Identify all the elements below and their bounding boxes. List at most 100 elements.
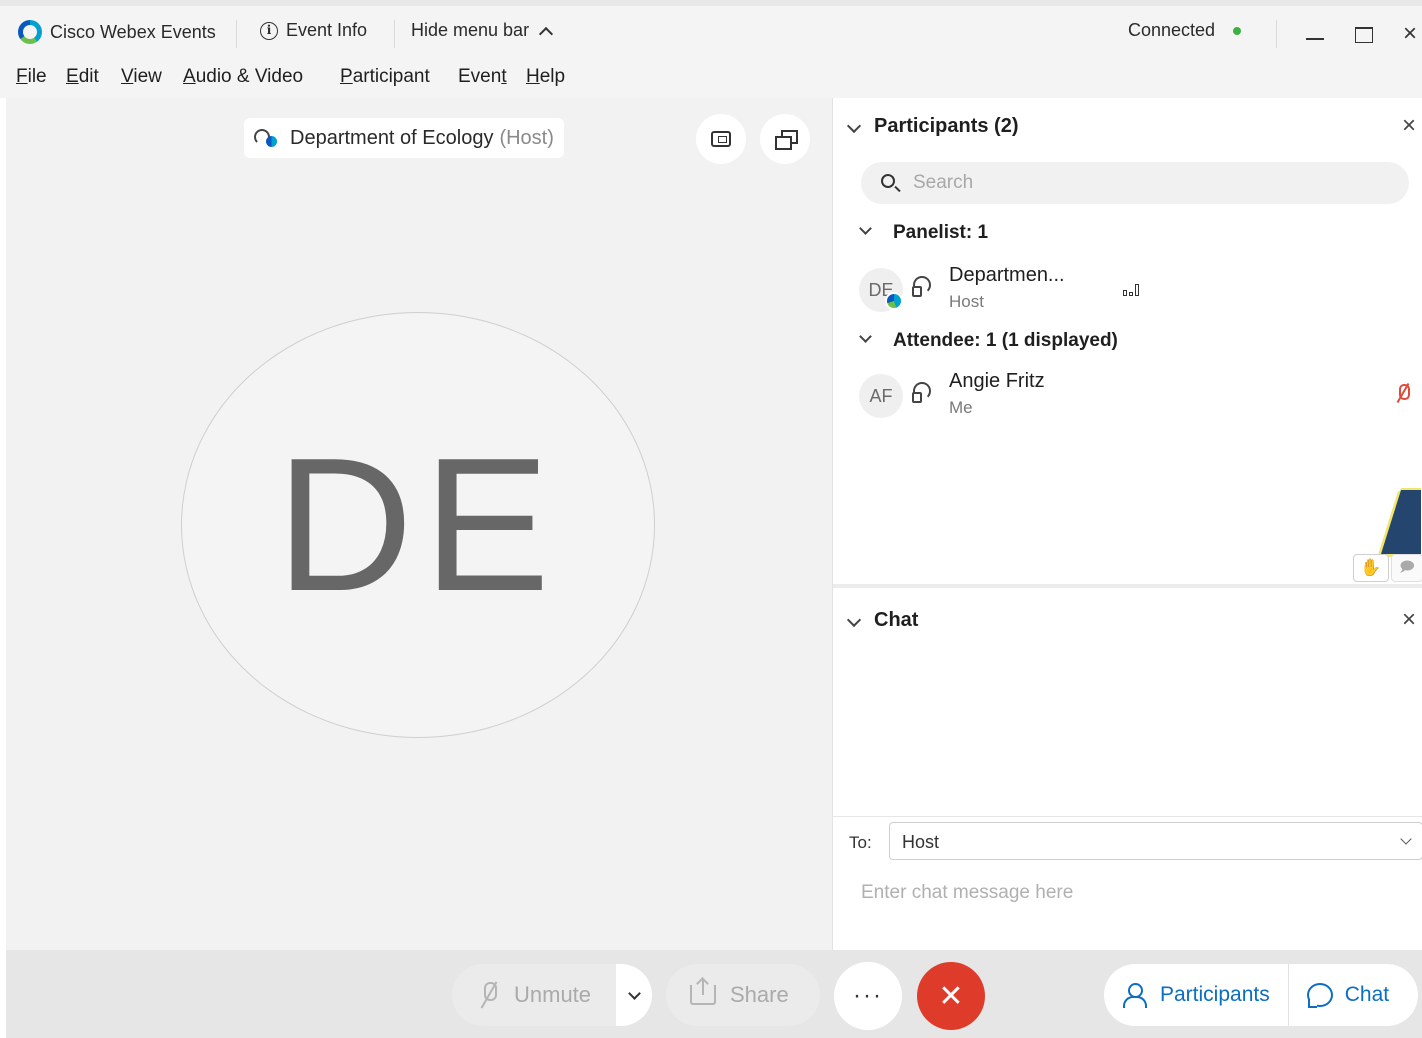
participant-row[interactable]: AF Angie Fritz Me: [833, 364, 1422, 428]
speaker-avatar: DE: [181, 312, 655, 738]
attendee-group-header[interactable]: Attendee: 1 (1 displayed): [833, 326, 1422, 358]
panelist-group-title: Panelist: 1: [893, 222, 989, 243]
status-dot-icon: [1233, 26, 1242, 35]
search-input[interactable]: [913, 170, 1393, 196]
divider: [394, 20, 395, 48]
menu-event[interactable]: Event: [458, 66, 507, 88]
speaker-role: (Host): [499, 126, 554, 149]
chat-recipient-value: Host: [902, 832, 940, 852]
participants-toggle-button[interactable]: Participants: [1104, 964, 1288, 1026]
hide-menu-bar-label: Hide menu bar: [411, 20, 530, 40]
raise-hand-button[interactable]: ✋: [1353, 554, 1389, 582]
participant-role: Host: [949, 292, 984, 311]
panel-divider[interactable]: [833, 584, 1422, 588]
chat-toggle-button[interactable]: Chat: [1289, 964, 1407, 1026]
chevron-down-icon: [859, 330, 872, 343]
webex-badge-icon: [885, 292, 903, 310]
side-panel: Participants (2) × Panelist: 1 DE Depart…: [832, 98, 1422, 950]
chat-panel-title: Chat: [874, 608, 919, 631]
menu-help-label: elp: [539, 66, 566, 87]
menu-audio-video[interactable]: Audio & Video: [183, 66, 303, 88]
app-name: Cisco Webex Events: [50, 21, 216, 42]
share-label: Share: [730, 982, 789, 1007]
pop-out-icon: [775, 130, 798, 150]
title-bar: Cisco Webex Events i Event Info Hide men…: [0, 0, 1422, 56]
menu-edit-mnemonic: E: [66, 66, 79, 87]
connection-status: Connected: [1128, 20, 1242, 41]
host-icon: [254, 127, 280, 149]
video-stage: Department of Ecology (Host) DE: [6, 98, 832, 950]
request-speak-button[interactable]: 🗩: [1391, 554, 1422, 582]
divider: [236, 20, 237, 48]
hide-menu-bar-button[interactable]: Hide menu bar: [411, 20, 554, 41]
picture-in-picture-button[interactable]: [696, 114, 746, 164]
headset-icon: [912, 276, 931, 297]
chevron-down-icon: [859, 222, 872, 235]
connection-status-label: Connected: [1128, 20, 1216, 40]
menu-participant-label: articipant: [352, 66, 430, 87]
maximize-button[interactable]: [1352, 22, 1376, 46]
menu-file[interactable]: File: [16, 66, 47, 88]
meeting-controls: Unmute Share ··· ✕ Participants Chat: [6, 950, 1422, 1038]
microphone-muted-icon: [1397, 384, 1410, 404]
chat-recipient-row: To: Host: [833, 816, 1422, 866]
share-icon: [690, 979, 716, 1005]
webex-logo-icon: [18, 20, 42, 44]
participant-initials: AF: [869, 385, 893, 406]
event-info-button[interactable]: i Event Info: [260, 20, 367, 41]
headset-icon: [912, 382, 931, 403]
share-button[interactable]: Share: [666, 964, 820, 1026]
microphone-off-icon: [480, 982, 498, 1008]
search-icon: [881, 174, 895, 188]
attendee-group-title: Attendee: 1 (1 displayed): [893, 330, 1118, 351]
person-icon: [1122, 982, 1148, 1008]
menu-event-label: Even: [458, 66, 502, 87]
chat-message-input[interactable]: [861, 878, 1401, 908]
info-icon: i: [260, 21, 278, 40]
more-options-button[interactable]: ···: [834, 962, 902, 1030]
collapse-participants-icon[interactable]: [846, 118, 862, 134]
menu-file-mnemonic: F: [16, 66, 28, 87]
chat-recipient-select[interactable]: Host: [889, 822, 1422, 860]
participants-toggle-label: Participants: [1160, 983, 1270, 1006]
menu-audio-video-label: udio & Video: [195, 66, 304, 87]
participant-search: [861, 162, 1409, 204]
panel-toggle-group: Participants Chat: [1104, 964, 1418, 1026]
menu-view-mnemonic: V: [121, 66, 134, 87]
close-chat-button[interactable]: ×: [1397, 606, 1421, 634]
window-close-button[interactable]: ×: [1398, 22, 1422, 46]
chat-toggle-label: Chat: [1344, 983, 1390, 1006]
menu-file-label: ile: [27, 66, 47, 87]
minimize-button[interactable]: [1304, 22, 1328, 46]
leave-event-button[interactable]: ✕: [917, 962, 985, 1030]
participant-avatar: DE: [859, 268, 903, 312]
menu-participant[interactable]: Participant: [340, 66, 430, 88]
pop-out-button[interactable]: [760, 114, 810, 164]
participant-name: Angie Fritz: [949, 370, 1045, 392]
menu-help-mnemonic: H: [526, 66, 540, 87]
participants-panel-title: Participants (2): [874, 114, 1019, 137]
audio-level-icon: [1123, 280, 1141, 296]
collapse-chat-icon[interactable]: [846, 612, 862, 628]
menu-view[interactable]: View: [121, 66, 162, 88]
participant-role: Me: [949, 398, 973, 417]
participant-avatar: AF: [859, 374, 903, 418]
active-speaker-label: Department of Ecology (Host): [244, 118, 564, 158]
event-info-label: Event Info: [286, 20, 368, 40]
chat-bubble-icon: [1306, 983, 1333, 1008]
participant-name: Departmen...: [949, 264, 1065, 286]
divider: [1276, 20, 1277, 48]
menu-participant-mnemonic: P: [340, 66, 353, 87]
audio-options-button[interactable]: [616, 964, 652, 1026]
unmute-label: Unmute: [514, 982, 592, 1007]
participant-row[interactable]: DE Departmen... Host: [833, 258, 1422, 322]
menu-edit-label: dit: [78, 66, 99, 87]
chat-to-label: To:: [849, 833, 872, 852]
panelist-group-header[interactable]: Panelist: 1: [833, 218, 1422, 250]
close-participants-button[interactable]: ×: [1397, 112, 1421, 140]
speaker-name: Department of Ecology: [290, 126, 494, 149]
chevron-up-icon: [539, 26, 554, 41]
menu-edit[interactable]: Edit: [66, 66, 99, 88]
chat-panel-header: Chat ×: [833, 592, 1422, 648]
menu-help[interactable]: Help: [526, 66, 565, 88]
